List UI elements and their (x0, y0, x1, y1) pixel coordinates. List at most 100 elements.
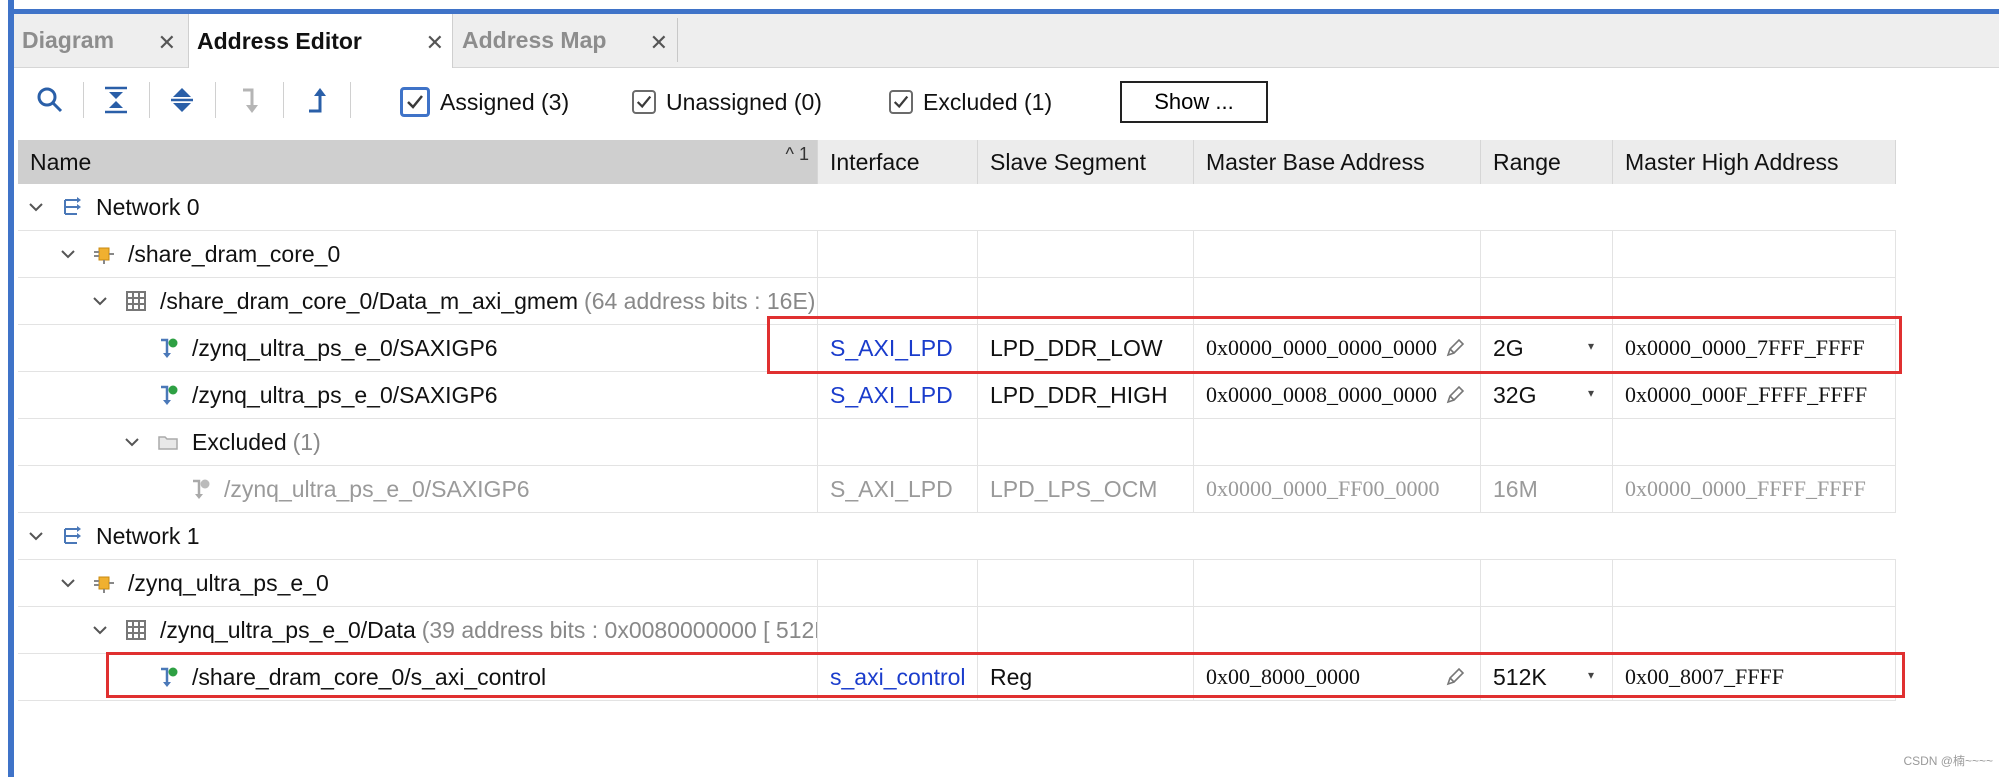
name-cell: Network 0 (18, 184, 818, 230)
window-left-border (0, 0, 14, 777)
column-label: Interface (830, 148, 920, 175)
chevron-down-icon[interactable] (58, 573, 78, 593)
tab-address-map[interactable]: Address Map ✕ (454, 14, 676, 67)
interface-cell[interactable]: S_AXI_LPD (818, 372, 978, 418)
column-label: Master Base Address (1206, 148, 1425, 175)
high-address-value: 0x0000_0000_FFFF_FFFF (1625, 476, 1866, 501)
table-row[interactable]: /zynq_ultra_ps_e_0 (18, 560, 1896, 607)
chevron-down-icon[interactable] (90, 291, 110, 311)
range-value: 16M (1493, 475, 1538, 502)
range-cell[interactable]: 32G ▾ (1481, 372, 1613, 418)
table-row[interactable]: Network 1 (18, 513, 1896, 560)
name-cell: /zynq_ultra_ps_e_0/SAXIGP6 (18, 466, 818, 512)
high-address-cell (1613, 231, 1896, 277)
dropdown-arrow-icon[interactable]: ▾ (1588, 386, 1594, 400)
interface-cell (818, 231, 978, 277)
slave-segment-cell: LPD_LPS_OCM (978, 466, 1194, 512)
base-address-cell (1194, 231, 1481, 277)
row-name: Excluded (1) (192, 419, 321, 465)
table-row[interactable]: /zynq_ultra_ps_e_0/SAXIGP6 S_AXI_LPD LPD… (18, 372, 1896, 419)
expand-all-icon[interactable] (164, 82, 200, 118)
toolbar-separator (350, 82, 351, 118)
table-row[interactable]: Network 0 (18, 184, 1896, 231)
close-icon[interactable]: ✕ (650, 30, 668, 56)
filter-excluded[interactable]: Excluded (1) (889, 88, 1052, 116)
slave-segment-value: LPD_LPS_OCM (990, 475, 1158, 502)
row-name: /zynq_ultra_ps_e_0/SAXIGP6 (192, 381, 498, 408)
column-label: Slave Segment (990, 148, 1146, 175)
show-button[interactable]: Show ... (1120, 81, 1268, 123)
column-header-name[interactable]: Name ^ 1 (18, 140, 818, 184)
table-row[interactable]: /share_dram_core_0 (18, 231, 1896, 278)
interface-value: S_AXI_LPD (830, 475, 953, 502)
row-name: /share_dram_core_0/Data_m_axi_gmem (64 ad… (160, 278, 815, 324)
tab-label: Address Map (462, 27, 607, 53)
chevron-down-icon[interactable] (90, 620, 110, 640)
highlight-box-row-lpd-ddr-low (767, 316, 1902, 374)
tab-diagram[interactable]: Diagram ✕ (14, 14, 184, 67)
column-header-slave-segment[interactable]: Slave Segment (978, 140, 1194, 184)
row-name-detail: (64 address bits : 16E) (584, 287, 816, 314)
column-header-interface[interactable]: Interface (818, 140, 978, 184)
interface-cell: S_AXI_LPD (818, 466, 978, 512)
high-address-cell: 0x0000_000F_FFFF_FFFF (1613, 372, 1896, 418)
base-address-value: 0x0000_0000_FF00_0000 (1206, 476, 1440, 501)
high-address-cell: 0x0000_0000_FFFF_FFFF (1613, 466, 1896, 512)
base-address-cell (1194, 560, 1481, 606)
tab-address-editor[interactable]: Address Editor ✕ (188, 14, 453, 68)
row-name-text: /zynq_ultra_ps_e_0/Data (160, 616, 416, 643)
range-value: 32G (1493, 381, 1537, 408)
segment-assigned-icon (156, 336, 180, 360)
move-down-icon[interactable] (232, 82, 268, 118)
base-address-cell[interactable]: 0x0000_0008_0000_0000 (1194, 372, 1481, 418)
column-label: Master High Address (1625, 148, 1839, 175)
move-up-icon[interactable] (300, 82, 336, 118)
chevron-down-icon[interactable] (122, 432, 142, 452)
filter-assigned[interactable]: Assigned (3) (400, 87, 569, 117)
pencil-edit-icon[interactable] (1444, 384, 1466, 406)
toolbar-separator (149, 82, 150, 118)
toolbar: Assigned (3) Unassigned (0) Excluded (1)… (14, 68, 1999, 132)
sort-ascending-icon: ^ 1 (785, 144, 809, 164)
network-icon (60, 524, 84, 548)
address-space-icon (124, 618, 148, 642)
search-icon[interactable] (32, 82, 68, 118)
base-address-cell (1194, 419, 1481, 465)
close-icon[interactable]: ✕ (426, 30, 444, 56)
filter-unassigned[interactable]: Unassigned (0) (632, 88, 822, 116)
close-icon[interactable]: ✕ (158, 30, 176, 56)
toolbar-separator (215, 82, 216, 118)
table-row[interactable]: Excluded (1) (18, 419, 1896, 466)
toolbar-separator (83, 82, 84, 118)
row-name-text: /share_dram_core_0/Data_m_axi_gmem (160, 287, 579, 314)
collapse-all-icon[interactable] (98, 82, 134, 118)
checkbox-checked-icon[interactable] (400, 87, 430, 117)
base-address-cell: 0x0000_0000_FF00_0000 (1194, 466, 1481, 512)
column-label: Range (1493, 148, 1561, 175)
table-row[interactable]: /zynq_ultra_ps_e_0/Data (39 address bits … (18, 607, 1896, 654)
segment-assigned-icon (156, 383, 180, 407)
column-header-master-high-address[interactable]: Master High Address (1613, 140, 1896, 184)
column-header-range[interactable]: Range (1481, 140, 1613, 184)
checkbox-checked-icon[interactable] (889, 90, 913, 114)
folder-icon (156, 430, 180, 454)
interface-cell (818, 419, 978, 465)
chevron-down-icon[interactable] (26, 526, 46, 546)
interface-link[interactable]: S_AXI_LPD (830, 382, 953, 409)
toolbar-separator (283, 82, 284, 118)
range-cell (1481, 231, 1613, 277)
slave-segment-cell (978, 560, 1194, 606)
table-row[interactable]: /zynq_ultra_ps_e_0/SAXIGP6 S_AXI_LPD LPD… (18, 466, 1896, 513)
tab-bar: Diagram ✕ Address Editor ✕ Address Map ✕ (14, 14, 1999, 68)
name-cell: Excluded (1) (18, 419, 818, 465)
chevron-down-icon[interactable] (58, 244, 78, 264)
checkbox-checked-icon[interactable] (632, 90, 656, 114)
filter-label: Unassigned (0) (666, 88, 822, 115)
chevron-down-icon[interactable] (26, 197, 46, 217)
row-name: /share_dram_core_0 (128, 240, 341, 267)
slave-segment-cell (978, 607, 1194, 653)
name-cell: /share_dram_core_0/Data_m_axi_gmem (64 ad… (18, 278, 818, 324)
column-header-master-base-address[interactable]: Master Base Address (1194, 140, 1481, 184)
row-name: /zynq_ultra_ps_e_0/Data (39 address bits … (160, 607, 817, 653)
row-name: /zynq_ultra_ps_e_0 (128, 569, 329, 596)
